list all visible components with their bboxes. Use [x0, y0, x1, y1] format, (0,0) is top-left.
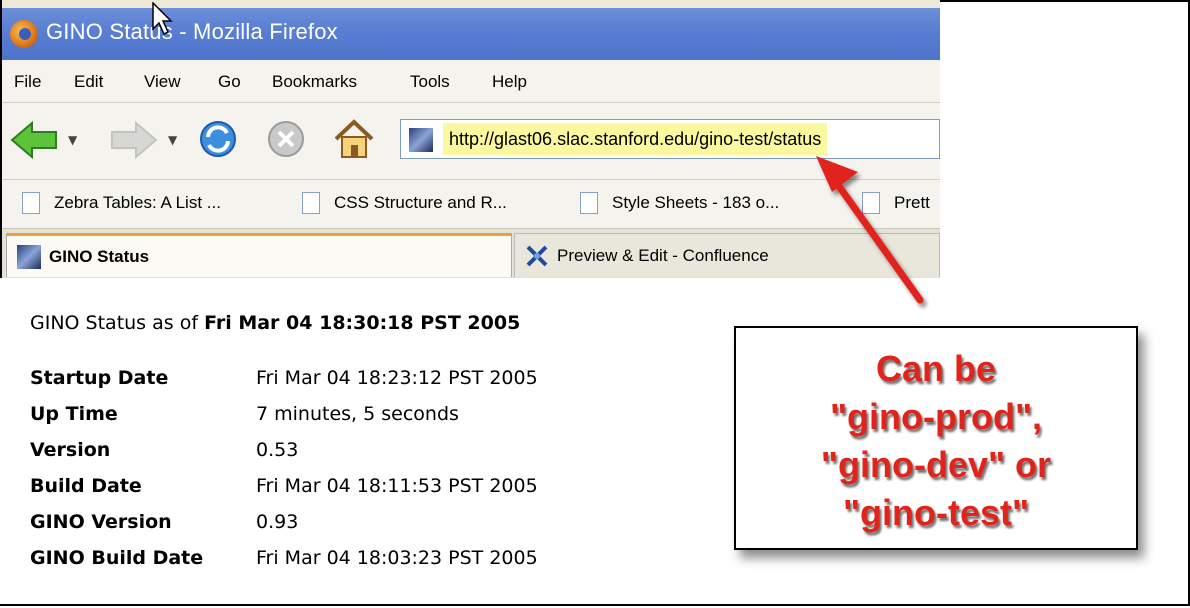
bookmark-item[interactable]: Prett: [862, 190, 930, 216]
status-heading: GINO Status as of Fri Mar 04 18:30:18 PS…: [30, 312, 520, 334]
address-url[interactable]: http://glast06.slac.stanford.edu/gino-te…: [443, 123, 828, 155]
bookmark-item[interactable]: CSS Structure and R...: [302, 190, 507, 216]
info-row: GINO Build Date Fri Mar 04 18:03:23 PST …: [30, 540, 538, 576]
menu-bookmarks[interactable]: Bookmarks: [272, 72, 357, 92]
info-label: GINO Build Date: [30, 547, 204, 569]
callout-line: "gino-prod",: [829, 396, 1043, 437]
info-label: Startup Date: [30, 367, 169, 389]
info-value: Fri Mar 04 18:23:12 PST 2005: [256, 367, 538, 389]
back-dropdown-icon[interactable]: ▼: [68, 133, 77, 147]
menu-edit[interactable]: Edit: [74, 72, 103, 92]
home-icon[interactable]: [332, 117, 376, 161]
bookmark-item[interactable]: Zebra Tables: A List ...: [22, 190, 221, 216]
info-value: 7 minutes, 5 seconds: [256, 403, 459, 425]
tab-confluence[interactable]: Preview & Edit - Confluence: [514, 233, 940, 277]
bookmark-label: Zebra Tables: A List ...: [54, 193, 221, 212]
info-row: Startup Date Fri Mar 04 18:23:12 PST 200…: [30, 360, 538, 396]
bookmark-label: CSS Structure and R...: [334, 193, 507, 212]
menu-go[interactable]: Go: [218, 72, 241, 92]
address-bar[interactable]: http://glast06.slac.stanford.edu/gino-te…: [400, 119, 940, 159]
page-icon: [862, 192, 880, 214]
tab-label: Preview & Edit - Confluence: [557, 245, 769, 265]
site-favicon-icon: [17, 244, 41, 269]
tab-gino-status[interactable]: GINO Status: [6, 233, 512, 277]
window-title: GINO Status - Mozilla Firefox: [46, 19, 338, 44]
browser-window: GINO Status - Mozilla Firefox File Edit …: [2, 0, 940, 278]
bookmark-item[interactable]: Style Sheets - 183 o...: [580, 190, 779, 216]
page-icon: [302, 192, 320, 214]
info-label: Version: [30, 439, 111, 461]
menu-tools[interactable]: Tools: [410, 72, 450, 92]
callout-line: "gino-test": [842, 492, 1030, 533]
status-prefix: GINO Status as of: [30, 312, 205, 334]
info-label: Build Date: [30, 475, 142, 497]
bookmark-label: Prett: [894, 193, 930, 212]
menu-help[interactable]: Help: [492, 72, 527, 92]
info-label: Up Time: [30, 403, 118, 425]
callout-line: "gino-dev" or: [820, 444, 1052, 485]
info-value: Fri Mar 04 18:03:23 PST 2005: [256, 547, 538, 569]
stop-icon[interactable]: [266, 119, 306, 159]
annotation-callout: Can be "gino-prod", "gino-dev" or "gino-…: [734, 326, 1138, 550]
navigation-toolbar: ▼ ▼ http://glast06.slac.stanford.edu/gin…: [2, 103, 940, 179]
bookmark-label: Style Sheets - 183 o...: [612, 193, 780, 212]
info-row: GINO Version 0.93: [30, 504, 298, 540]
confluence-icon: [526, 245, 548, 266]
forward-icon[interactable]: [110, 121, 158, 159]
info-value: Fri Mar 04 18:11:53 PST 2005: [256, 475, 538, 497]
info-row: Up Time 7 minutes, 5 seconds: [30, 396, 459, 432]
site-favicon-icon: [409, 128, 433, 152]
info-row: Version 0.53: [30, 432, 298, 468]
page-icon: [580, 192, 598, 214]
info-value: 0.93: [256, 511, 299, 533]
info-label: GINO Version: [30, 511, 172, 533]
menu-view[interactable]: View: [144, 72, 181, 92]
page-icon: [22, 192, 40, 214]
callout-line: Can be: [875, 348, 997, 389]
tab-bar: GINO Status Preview & Edit - Confluence: [2, 228, 940, 278]
info-row: Build Date Fri Mar 04 18:11:53 PST 2005: [30, 468, 538, 504]
bookmarks-toolbar: Zebra Tables: A List ... CSS Structure a…: [2, 179, 940, 228]
forward-dropdown-icon[interactable]: ▼: [168, 133, 177, 147]
menu-file[interactable]: File: [14, 72, 41, 92]
menu-bar: File Edit View Go Bookmarks Tools Help: [2, 60, 940, 103]
firefox-icon: [10, 20, 38, 48]
status-time: Fri Mar 04 18:30:18 PST 2005: [204, 312, 521, 334]
mouse-cursor-icon: [152, 2, 173, 36]
info-value: 0.53: [256, 439, 299, 461]
title-bar[interactable]: GINO Status - Mozilla Firefox: [2, 8, 940, 60]
back-icon[interactable]: [10, 121, 58, 159]
frame-top-border: [940, 0, 1190, 2]
tab-label: GINO Status: [49, 246, 150, 266]
reload-icon[interactable]: [198, 119, 238, 159]
